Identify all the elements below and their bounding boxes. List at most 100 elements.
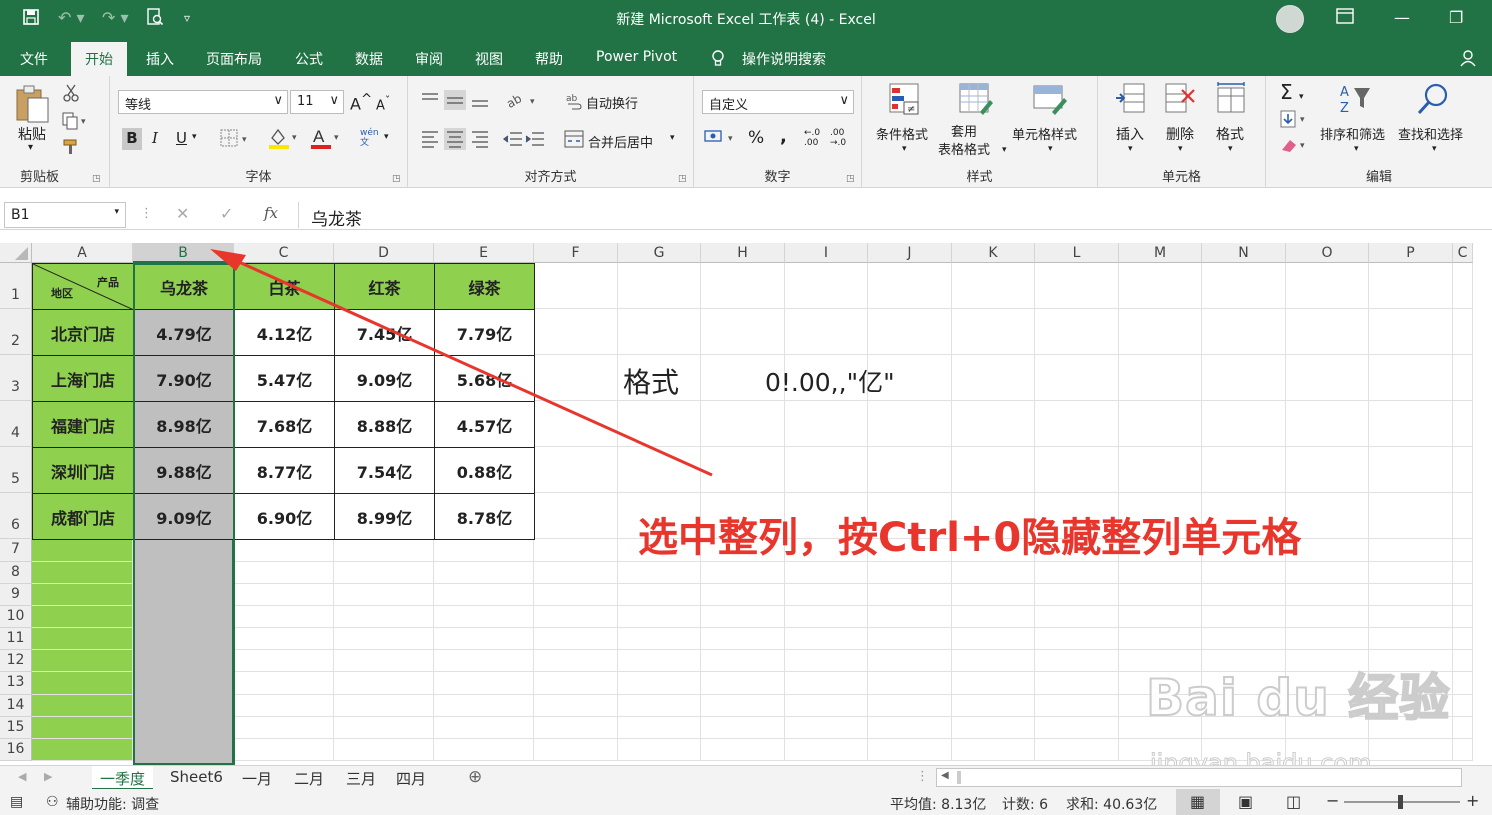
grow-font-button[interactable]: A^ <box>350 92 372 113</box>
sheet-tab-mar[interactable]: 三月 <box>338 766 384 790</box>
scrollbar-thumb[interactable] <box>957 771 961 784</box>
enter-icon[interactable]: ✓ <box>220 204 233 223</box>
insert-cells-icon[interactable] <box>1114 82 1148 120</box>
cell-styles-label[interactable]: 单元格样式 <box>1012 124 1077 143</box>
clipboard-launcher-icon[interactable]: ◳ <box>92 174 101 184</box>
cell-styles-icon[interactable] <box>1032 82 1068 120</box>
percent-style-button[interactable]: % <box>748 128 764 148</box>
alignment-launcher-icon[interactable]: ◳ <box>678 174 687 184</box>
zoom-in-icon[interactable]: + <box>1466 791 1479 810</box>
phonetic-button[interactable]: wén 文 <box>360 128 379 148</box>
insert-dropdown-icon[interactable]: ▾ <box>1128 144 1133 154</box>
cut-icon[interactable] <box>62 84 80 106</box>
tab-help[interactable]: 帮助 <box>535 49 563 69</box>
tab-file[interactable]: 文件 <box>20 49 48 69</box>
accessibility-icon[interactable]: ⚇ <box>46 794 59 810</box>
name-box[interactable]: B1 ▾ <box>4 202 126 228</box>
format-as-table-label[interactable]: 套用 表格格式 <box>938 124 990 160</box>
tab-page-layout[interactable]: 页面布局 <box>206 49 262 69</box>
cell-styles-dropdown-icon[interactable]: ▾ <box>1048 144 1053 154</box>
zoom-out-icon[interactable]: − <box>1326 791 1339 810</box>
fill-color-icon[interactable]: ▾ <box>268 126 302 154</box>
paste-icon[interactable] <box>14 84 50 128</box>
format-cells-icon[interactable] <box>1214 82 1248 120</box>
format-cells-label[interactable]: 格式 <box>1216 124 1244 144</box>
format-painter-icon[interactable] <box>62 138 80 160</box>
table-dropdown-icon[interactable]: ▾ <box>1002 145 1007 155</box>
tab-formulas[interactable]: 公式 <box>295 49 323 69</box>
horizontal-scrollbar[interactable]: ◀ <box>936 768 1462 787</box>
underline-button[interactable]: U <box>176 129 187 147</box>
sheet-tab-jan[interactable]: 一月 <box>234 766 280 790</box>
wrap-text-label[interactable]: 自动换行 <box>586 93 638 112</box>
wrap-text-icon[interactable]: ab <box>566 92 582 114</box>
scroll-left-arrow-icon[interactable]: ◀ <box>941 770 949 781</box>
tab-split-handle[interactable]: ⋮ <box>916 769 929 784</box>
page-break-view-icon[interactable]: ◫ <box>1286 792 1301 811</box>
find-dropdown-icon[interactable]: ▾ <box>1432 144 1437 154</box>
decrease-decimal-button[interactable]: .00 →.0 <box>830 128 846 148</box>
page-layout-view-icon[interactable]: ▣ <box>1238 792 1253 811</box>
insert-cells-label[interactable]: 插入 <box>1116 124 1144 144</box>
avatar[interactable] <box>1276 5 1304 33</box>
find-select-label[interactable]: 查找和选择 <box>1398 124 1463 143</box>
merge-center-label[interactable]: 合并后居中 <box>588 132 653 151</box>
italic-button[interactable]: I <box>152 129 158 147</box>
align-top-icon[interactable] <box>420 90 492 114</box>
share-icon[interactable] <box>1460 49 1478 71</box>
restore-icon[interactable]: ❐ <box>1449 8 1463 27</box>
font-color-icon[interactable]: A ▾ <box>310 126 344 154</box>
formula-bar-resize-icon[interactable]: ⋮ <box>140 206 153 221</box>
accounting-format-icon[interactable]: ▾ <box>704 128 740 152</box>
conditional-formatting-label[interactable]: 条件格式 <box>876 124 928 143</box>
cancel-icon[interactable]: ✕ <box>176 204 189 223</box>
ribbon-display-icon[interactable] <box>1336 8 1354 28</box>
sheet-tab-feb[interactable]: 二月 <box>286 766 332 790</box>
sheet-tab-q1[interactable]: 一季度 <box>92 766 154 790</box>
orientation-icon[interactable]: ab ▾ <box>504 90 540 114</box>
font-launcher-icon[interactable]: ◳ <box>392 174 401 184</box>
delete-cells-label[interactable]: 删除 <box>1166 124 1194 144</box>
zoom-slider-thumb[interactable] <box>1398 795 1403 809</box>
sort-dropdown-icon[interactable]: ▾ <box>1354 144 1359 154</box>
paste-label[interactable]: 粘贴 <box>18 124 46 144</box>
increase-decimal-button[interactable]: ←.0 .00 <box>804 128 820 148</box>
tab-view[interactable]: 视图 <box>475 49 503 69</box>
conditional-dropdown-icon[interactable]: ▾ <box>902 144 907 154</box>
indent-icon[interactable] <box>502 128 548 154</box>
merge-center-icon[interactable] <box>564 130 584 152</box>
bold-button[interactable]: B <box>122 128 142 150</box>
sheet-tab-apr[interactable]: 四月 <box>388 766 434 790</box>
accessibility-status[interactable]: 辅助功能: 调查 <box>66 794 159 814</box>
number-format-select[interactable]: 自定义 ∨ <box>702 90 854 114</box>
tab-insert[interactable]: 插入 <box>146 49 174 69</box>
tab-data[interactable]: 数据 <box>355 49 383 69</box>
delete-dropdown-icon[interactable]: ▾ <box>1178 144 1183 154</box>
scroll-left-icon[interactable]: ◀ <box>18 770 26 783</box>
font-size-select[interactable]: 11 ∨ <box>290 90 344 114</box>
tell-me-search[interactable]: 操作说明搜索 <box>742 49 826 69</box>
paste-dropdown-icon[interactable]: ▾ <box>28 142 33 153</box>
shrink-font-button[interactable]: Aˇ <box>376 94 390 113</box>
font-name-select[interactable]: 等线 ∨ <box>118 90 288 114</box>
fill-icon[interactable]: ▾ <box>1280 110 1310 132</box>
underline-dropdown-icon[interactable]: ▾ <box>192 132 197 142</box>
comma-style-button[interactable]: , <box>780 126 787 147</box>
autosum-icon[interactable]: Σ ▾ <box>1280 80 1304 104</box>
find-select-icon[interactable] <box>1416 82 1450 120</box>
copy-icon[interactable]: ▾ <box>62 112 88 134</box>
delete-cells-icon[interactable] <box>1164 82 1198 120</box>
formula-input[interactable]: 乌龙茶 <box>298 202 1492 230</box>
tab-review[interactable]: 审阅 <box>415 49 443 69</box>
align-left-icon[interactable] <box>420 128 492 154</box>
format-as-table-icon[interactable] <box>958 82 994 120</box>
sort-filter-label[interactable]: 排序和筛选 <box>1320 124 1385 143</box>
sort-filter-icon[interactable]: AZ <box>1338 82 1372 120</box>
minimize-icon[interactable]: — <box>1394 8 1410 27</box>
insert-function-icon[interactable]: fx <box>264 204 278 222</box>
merge-dropdown-icon[interactable]: ▾ <box>670 133 675 143</box>
scroll-right-icon[interactable]: ▶ <box>44 770 52 783</box>
clear-icon[interactable]: ▾ <box>1280 136 1310 158</box>
format-dropdown-icon[interactable]: ▾ <box>1228 144 1233 154</box>
number-launcher-icon[interactable]: ◳ <box>846 174 855 184</box>
